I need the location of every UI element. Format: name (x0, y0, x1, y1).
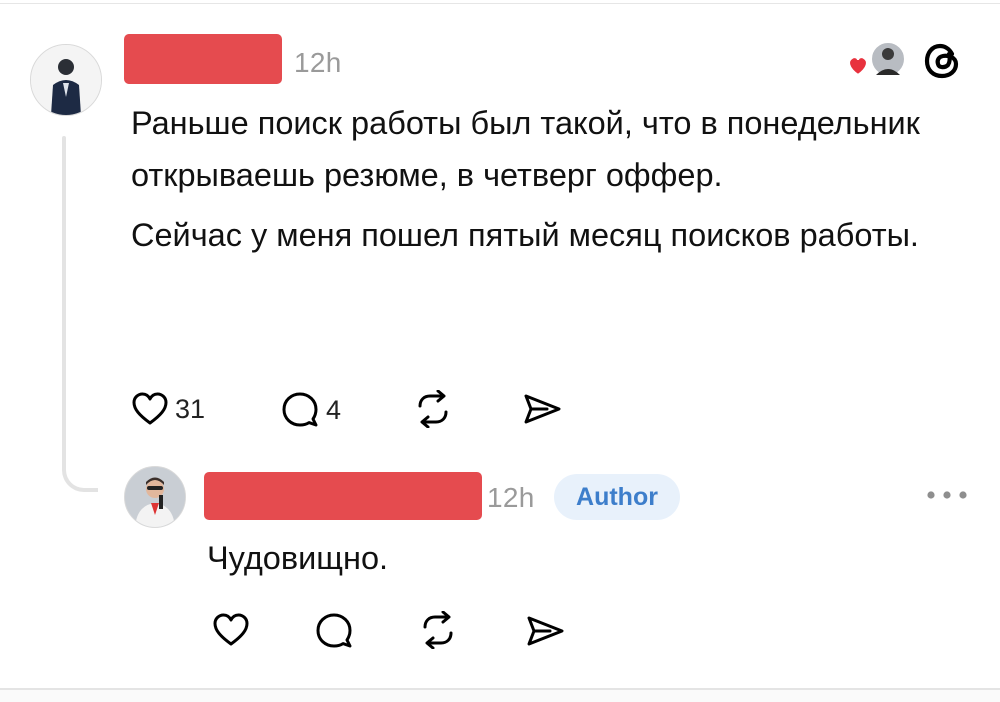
heart-outline-icon (132, 392, 168, 425)
like-button[interactable]: 31 (131, 391, 205, 427)
liked-by-indicator[interactable] (844, 41, 908, 81)
thread-connector (62, 136, 66, 462)
post-author-avatar[interactable] (30, 44, 102, 116)
screenshot-frame: 12h Раньше поиск работы был такой, что в… (0, 0, 1000, 702)
post-author-name-redacted (124, 34, 282, 84)
reply-body: Чудовищно. (207, 540, 389, 576)
comment-button[interactable]: 4 (280, 390, 341, 430)
speech-bubble-icon (282, 392, 318, 427)
reply-author-name-redacted (204, 472, 482, 520)
like-count: 31 (175, 393, 206, 424)
next-item-edge (0, 690, 1000, 702)
paper-plane-icon (527, 616, 564, 646)
share-button[interactable] (522, 392, 562, 426)
reply-like-button[interactable] (212, 612, 250, 648)
repost-arrows-icon (423, 611, 453, 649)
heart-outline-icon (213, 613, 249, 646)
reply-timestamp: 12h (487, 482, 535, 513)
threads-logo-icon[interactable] (922, 40, 964, 82)
ellipsis-icon[interactable] (924, 487, 970, 503)
repost-arrows-icon (418, 390, 448, 428)
post-paragraph: Раньше поиск работы был такой, что в пон… (131, 105, 920, 193)
reply-comment-button[interactable] (314, 611, 354, 651)
top-divider (0, 3, 1000, 4)
comment-count: 4 (326, 394, 342, 425)
author-badge: Author (554, 474, 680, 520)
repost-button[interactable] (413, 390, 453, 428)
reply-repost-button[interactable] (418, 611, 458, 649)
post-body: Раньше поиск работы был такой, что в пон… (131, 97, 961, 261)
post-timestamp: 12h (294, 47, 342, 78)
reply-author-avatar[interactable] (124, 466, 186, 528)
heart-filled-icon (848, 56, 868, 77)
speech-bubble-icon (316, 613, 352, 648)
post-paragraph: Сейчас у меня пошел пятый месяц поисков … (131, 217, 919, 253)
reply-share-button[interactable] (525, 614, 565, 648)
thread-connector-curve (62, 452, 98, 492)
paper-plane-icon (524, 394, 561, 424)
